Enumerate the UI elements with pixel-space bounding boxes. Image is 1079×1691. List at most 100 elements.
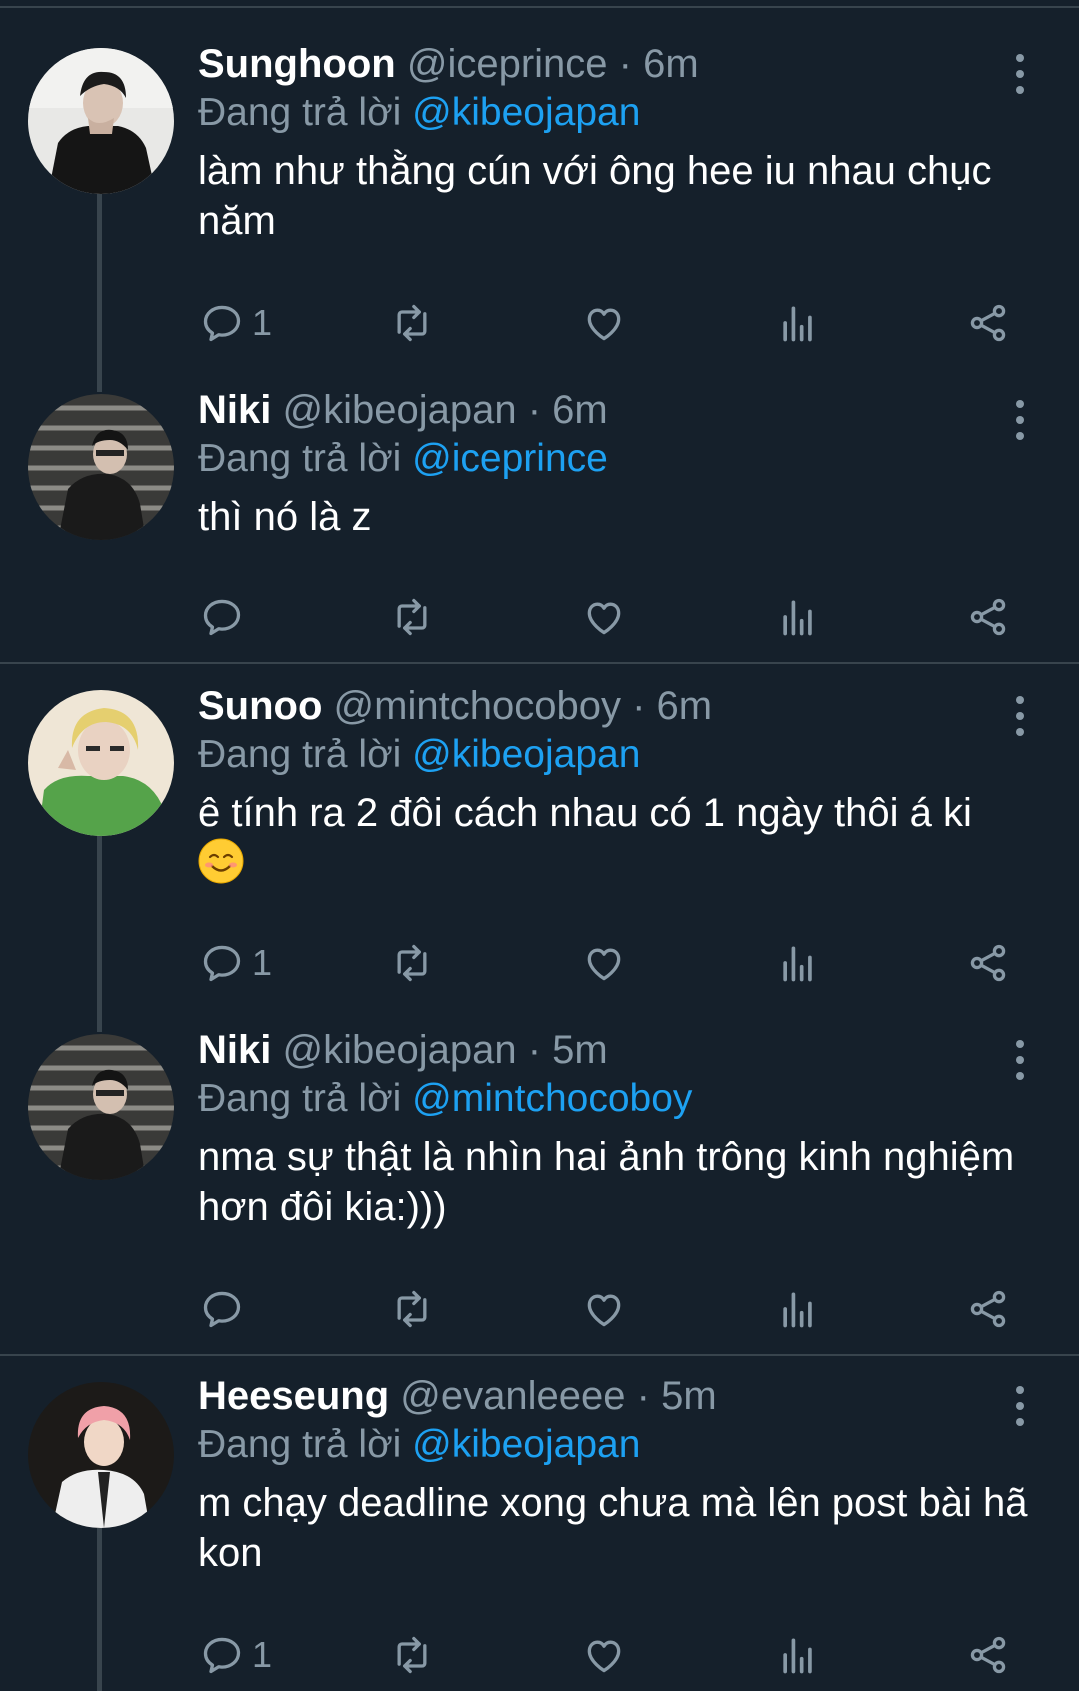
tweet-actions: 1	[0, 295, 1079, 351]
share-button[interactable]	[966, 935, 1010, 991]
analytics-icon	[783, 306, 812, 342]
analytics-button[interactable]	[776, 935, 820, 991]
tweet-header: Niki @kibeojapan · 6m	[198, 386, 1038, 434]
timestamp[interactable]: 5m	[552, 1028, 608, 1072]
avatar[interactable]	[28, 1382, 174, 1528]
timestamp[interactable]: 5m	[661, 1374, 717, 1418]
reply-prefix: Đang trả lời	[198, 733, 413, 776]
retweet-button[interactable]	[390, 935, 434, 991]
reply-button[interactable]	[200, 1281, 252, 1337]
timestamp[interactable]: 6m	[643, 42, 699, 86]
like-button[interactable]	[582, 295, 626, 351]
reply-icon	[203, 945, 241, 982]
share-icon	[970, 304, 1006, 342]
display-name[interactable]: Niki	[198, 388, 271, 432]
analytics-button[interactable]	[776, 295, 820, 351]
like-icon	[587, 948, 621, 981]
retweet-button[interactable]	[390, 589, 434, 645]
tweet-actions: 1	[0, 1627, 1079, 1683]
more-vert-icon[interactable]	[1013, 694, 1027, 738]
reply-icon	[203, 1291, 241, 1328]
tweet-actions	[0, 589, 1079, 645]
display-name[interactable]: Sunghoon	[198, 42, 396, 86]
reply-button[interactable]: 1	[200, 935, 272, 991]
mention-link[interactable]: @mintchocoboy	[412, 1077, 692, 1120]
display-name[interactable]: Heeseung	[198, 1374, 389, 1418]
share-icon	[970, 1290, 1006, 1328]
like-icon	[587, 308, 621, 341]
display-name[interactable]: Sunoo	[198, 684, 322, 728]
retweet-icon	[397, 598, 427, 636]
user-handle: @evanleeee	[400, 1374, 626, 1418]
thread-divider	[0, 1354, 1079, 1356]
analytics-icon	[783, 1292, 812, 1328]
separator-dot: ·	[618, 42, 632, 86]
reply-button[interactable]: 1	[200, 1627, 272, 1683]
retweet-button[interactable]	[390, 295, 434, 351]
reply-prefix: Đang trả lời	[198, 1077, 413, 1120]
reply-icon	[203, 1637, 241, 1674]
retweet-icon	[397, 1636, 427, 1674]
tweet-actions: 1	[0, 935, 1079, 991]
more-vert-icon[interactable]	[1013, 52, 1027, 96]
analytics-button[interactable]	[776, 589, 820, 645]
analytics-button[interactable]	[776, 1281, 820, 1337]
analytics-button[interactable]	[776, 1627, 820, 1683]
share-button[interactable]	[966, 295, 1010, 351]
reply-prefix: Đang trả lời	[198, 437, 413, 480]
share-icon	[970, 944, 1006, 982]
share-button[interactable]	[966, 1627, 1010, 1683]
more-vert-icon[interactable]	[1013, 1038, 1027, 1082]
reply-button[interactable]: 1	[200, 295, 272, 351]
reply-prefix: Đang trả lời	[198, 1423, 413, 1466]
replying-to: Đang trả lời @iceprince	[198, 434, 1038, 484]
separator-dot: ·	[636, 1374, 650, 1418]
retweet-icon	[397, 1290, 427, 1328]
tweet-header: Sunghoon @iceprince · 6m	[198, 40, 1038, 88]
retweet-button[interactable]	[390, 1627, 434, 1683]
tweet-text-body: ê tính ra 2 đôi cách nhau có 1 ngày thôi…	[198, 791, 972, 835]
like-button[interactable]	[582, 1627, 626, 1683]
more-vert-icon[interactable]	[1013, 1384, 1027, 1428]
share-button[interactable]	[966, 1281, 1010, 1337]
more-vert-icon[interactable]	[1013, 398, 1027, 442]
mention-link[interactable]: @kibeojapan	[412, 1423, 640, 1466]
thread-line	[97, 832, 102, 1032]
reply-icon	[203, 305, 241, 342]
mention-link[interactable]: @iceprince	[412, 437, 608, 480]
reply-button[interactable]	[200, 589, 252, 645]
thread-divider	[0, 662, 1079, 664]
smiling-face-emoji	[198, 838, 244, 884]
retweet-button[interactable]	[390, 1281, 434, 1337]
analytics-icon	[783, 600, 812, 636]
retweet-icon	[397, 304, 427, 342]
timestamp[interactable]: 6m	[657, 684, 713, 728]
top-divider	[0, 6, 1079, 8]
like-button[interactable]	[582, 589, 626, 645]
reply-icon	[203, 599, 241, 636]
tweet-header: Niki @kibeojapan · 5m	[198, 1026, 1038, 1074]
avatar[interactable]	[28, 394, 174, 540]
retweet-icon	[397, 944, 427, 982]
tweet-header: Heeseung @evanleeee · 5m	[198, 1372, 1038, 1420]
like-button[interactable]	[582, 935, 626, 991]
share-icon	[970, 1636, 1006, 1674]
tweet-text: nma sự thật là nhìn hai ảnh trông kinh n…	[198, 1135, 1015, 1229]
reply-count: 1	[252, 942, 273, 983]
timestamp[interactable]: 6m	[552, 388, 608, 432]
like-button[interactable]	[582, 1281, 626, 1337]
avatar[interactable]	[28, 1034, 174, 1180]
mention-link[interactable]: @kibeojapan	[412, 91, 640, 134]
avatar[interactable]	[28, 48, 174, 194]
tweet-text: làm như thằng cún với ông hee iu nhau ch…	[198, 149, 992, 243]
tweet-text: thì nó là z	[198, 495, 372, 539]
user-handle: @kibeojapan	[282, 1028, 517, 1072]
display-name[interactable]: Niki	[198, 1028, 271, 1072]
reply-prefix: Đang trả lời	[198, 91, 413, 134]
replying-to: Đang trả lời @kibeojapan	[198, 730, 1038, 780]
mention-link[interactable]: @kibeojapan	[412, 733, 640, 776]
separator-dot: ·	[527, 388, 542, 432]
share-button[interactable]	[966, 589, 1010, 645]
avatar[interactable]	[28, 690, 174, 836]
tweet-text: ê tính ra 2 đôi cách nhau có 1 ngày thôi…	[198, 788, 1038, 888]
